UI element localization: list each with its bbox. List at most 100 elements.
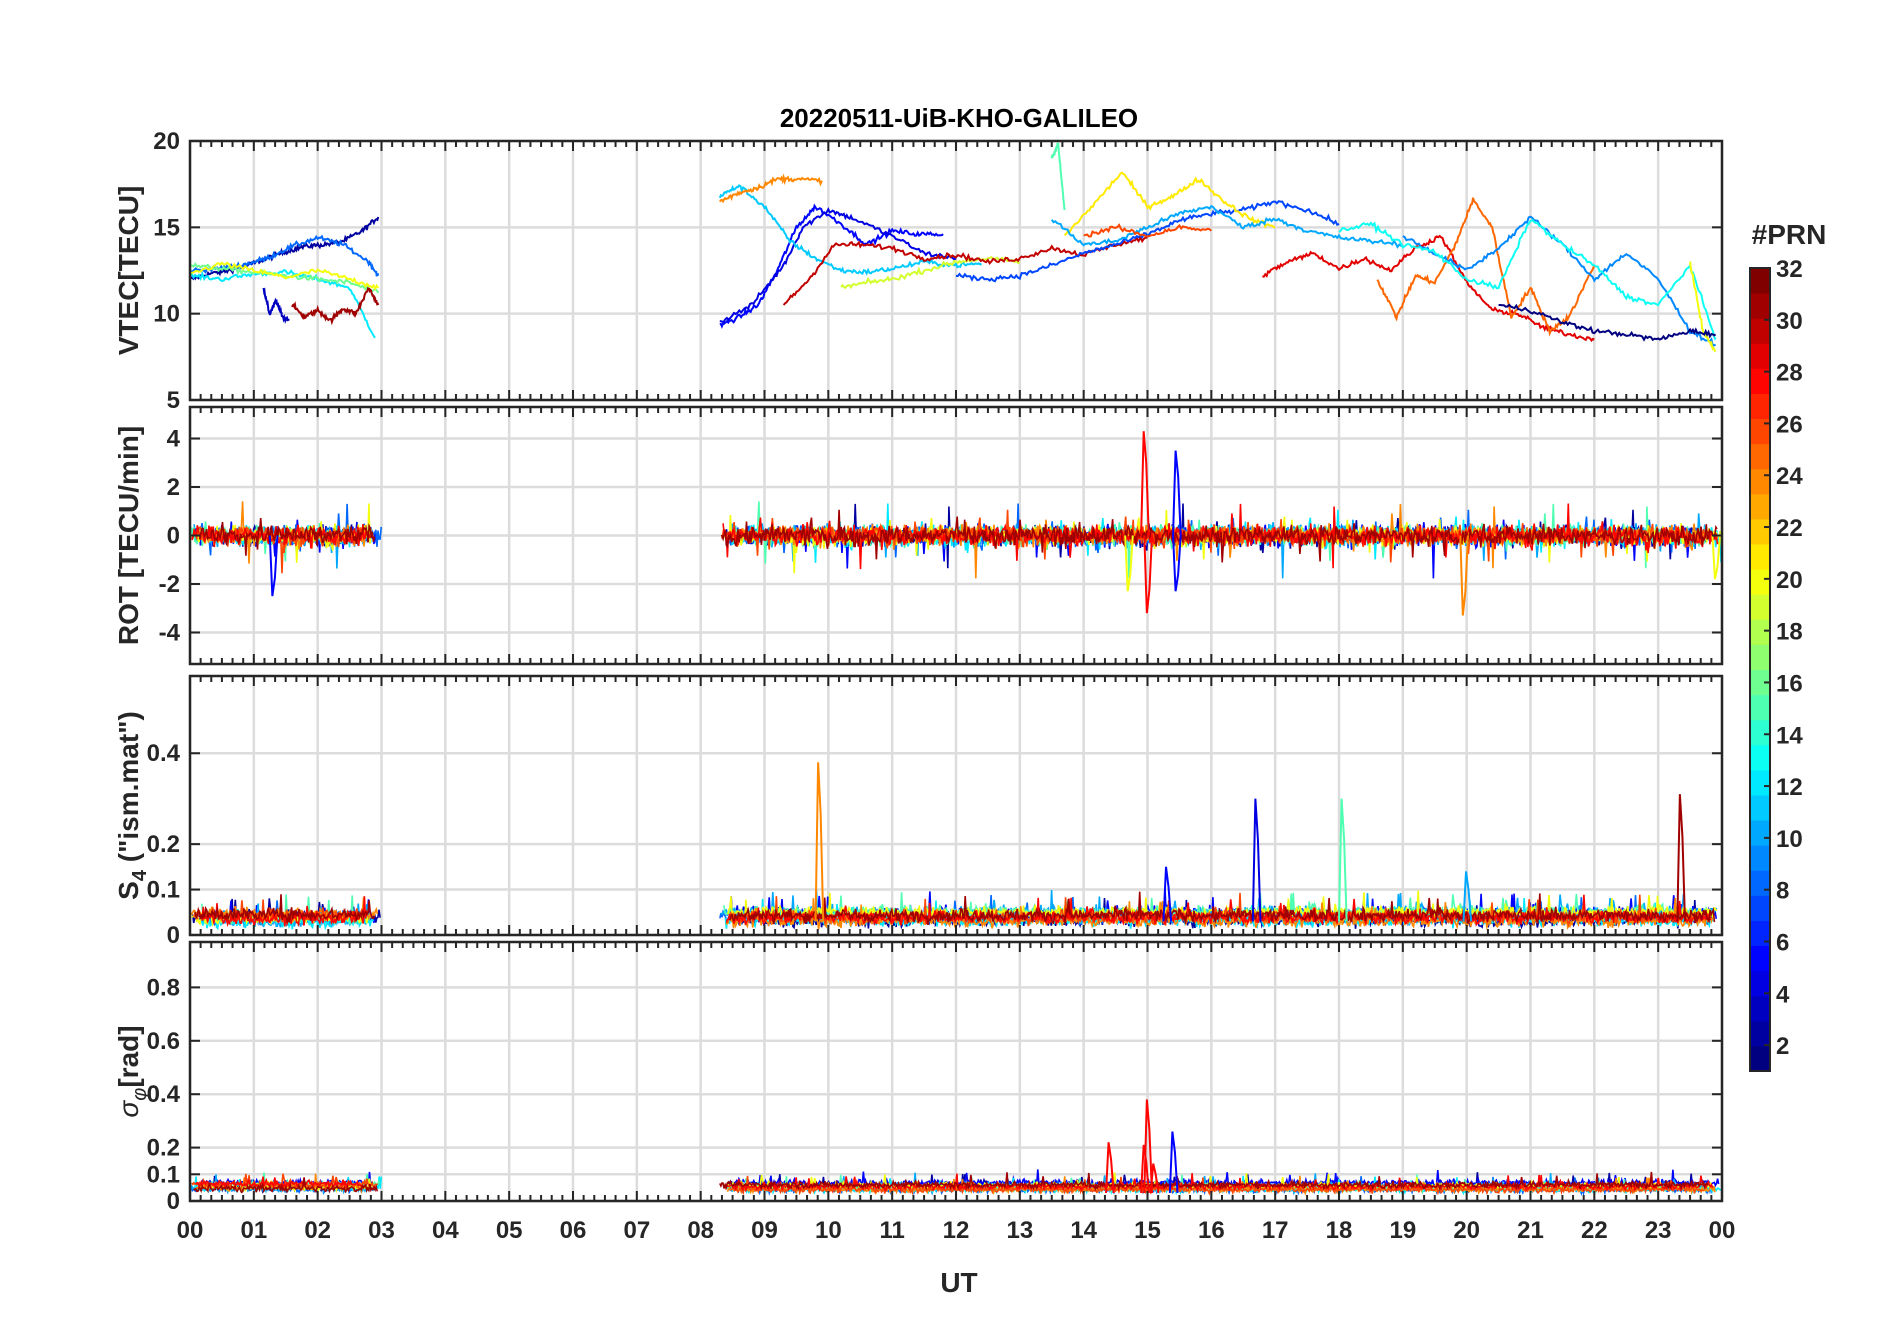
grid <box>188 942 1724 1203</box>
y-axis-label: VTEC[TECU] <box>113 186 144 356</box>
y-axis-label: σφ[rad] <box>113 1025 151 1117</box>
colorbar: #PRN 2468101214161820222426283032 <box>1749 219 1827 1072</box>
x-tick-label: 16 <box>1198 1217 1225 1244</box>
panels: 5101520VTEC[TECU]-4-2024ROT [TECU/min]00… <box>113 128 1735 1244</box>
x-tick-label: 00 <box>177 1217 204 1244</box>
y-axis-label: S4 ("ism.mat") <box>113 711 151 900</box>
colorbar-tick-label: 26 <box>1776 411 1803 438</box>
x-tick-label: 06 <box>560 1217 587 1244</box>
colorbar-swatch <box>1750 318 1770 344</box>
colorbar-tick-label: 16 <box>1776 670 1803 697</box>
series-prn-3 <box>262 287 290 325</box>
x-tick-label: 08 <box>687 1217 714 1244</box>
y-tick-label: 0.2 <box>147 831 180 858</box>
colorbar-swatch <box>1750 895 1770 921</box>
y-tick-label: 0 <box>167 1188 180 1215</box>
colorbar-tick-label: 18 <box>1776 619 1803 646</box>
colorbar-swatch <box>1750 418 1770 445</box>
colorbar-tick-label: 4 <box>1776 981 1790 1008</box>
colorbar-swatch <box>1750 569 1770 595</box>
panel-rot: -4 -2 0 2 4 ROT [TECU/min] <box>113 405 1724 666</box>
colorbar-swatch <box>1750 995 1770 1022</box>
y-tick-label: 0.4 <box>147 740 181 767</box>
x-tick-label: 00 <box>1709 1217 1736 1244</box>
colorbar-swatch <box>1750 343 1770 369</box>
colorbar-tick-label: 30 <box>1776 308 1803 335</box>
data-area <box>190 762 1718 931</box>
y-tick-label: 2 <box>167 474 180 501</box>
colorbar-tick-label: 2 <box>1776 1033 1789 1060</box>
x-tick-label: 21 <box>1517 1217 1544 1244</box>
colorbar-title: #PRN <box>1752 219 1827 250</box>
colorbar-swatch <box>1750 769 1770 796</box>
colorbar-tick-label: 14 <box>1776 722 1803 749</box>
panel-s4: 0 0.1 0.2 0.4S4 ("ism.mat") <box>113 674 1724 949</box>
x-tick-label: 11 <box>879 1217 904 1244</box>
colorbar-tick-label: 12 <box>1776 774 1803 801</box>
y-tick-label: 0.2 <box>147 1135 180 1162</box>
chart-title: 20220511-UiB-KHO-GALILEO <box>780 103 1138 133</box>
x-tick-label: 14 <box>1070 1217 1097 1244</box>
x-tick-label: 13 <box>1006 1217 1033 1244</box>
x-tick-label: 12 <box>943 1217 970 1244</box>
x-tick-label: 09 <box>751 1217 778 1244</box>
y-tick-label: 4 <box>167 426 181 453</box>
x-tick-label: 10 <box>815 1217 842 1244</box>
y-tick-label: 10 <box>153 301 180 328</box>
x-tick-label: 20 <box>1453 1217 1480 1244</box>
x-tick-label: 23 <box>1645 1217 1672 1244</box>
x-tick-label: 17 <box>1262 1217 1289 1244</box>
colorbar-swatch <box>1750 268 1770 294</box>
colorbar-swatch <box>1750 744 1770 771</box>
series-prn-11 <box>718 184 982 276</box>
y-tick-label: 0.1 <box>147 877 180 904</box>
y-axis-label: ROT [TECU/min] <box>113 426 144 645</box>
x-tick-label: 03 <box>368 1217 395 1244</box>
colorbar-tick-label: 8 <box>1776 878 1789 905</box>
x-axis-label: UT <box>940 1267 977 1298</box>
y-tick-label: -2 <box>159 571 180 598</box>
y-tick-label: 0.6 <box>147 1028 180 1055</box>
colorbar-swatch <box>1750 544 1770 570</box>
x-tick-label: 18 <box>1326 1217 1353 1244</box>
data-area <box>190 142 1717 353</box>
colorbar-tick-label: 22 <box>1776 515 1803 542</box>
colorbar-swatch <box>1750 393 1770 420</box>
x-tick-label: 15 <box>1134 1217 1161 1244</box>
x-tick-label: 22 <box>1581 1217 1608 1244</box>
series-prn-30 <box>782 235 1148 306</box>
colorbar-swatch <box>1750 719 1770 746</box>
colorbar-swatch <box>1750 1020 1770 1047</box>
colorbar-swatch <box>1750 293 1770 319</box>
colorbar-tick-label: 28 <box>1776 360 1803 387</box>
series-prn-15 <box>1050 142 1066 211</box>
colorbar-swatch <box>1750 468 1770 495</box>
x-tick-label: 01 <box>240 1217 267 1244</box>
colorbar-swatch <box>1750 619 1770 645</box>
grid <box>188 676 1724 937</box>
colorbar-tick-label: 24 <box>1776 463 1803 490</box>
y-tick-label: 0.1 <box>147 1161 180 1188</box>
colorbar-swatch <box>1750 845 1770 871</box>
y-tick-label: 15 <box>153 214 180 241</box>
colorbar-tick-label: 6 <box>1776 929 1789 956</box>
colorbar-swatch <box>1750 794 1770 821</box>
colorbar-swatch <box>1750 694 1770 721</box>
y-tick-label: 0.8 <box>147 974 180 1001</box>
y-tick-label: -4 <box>159 619 181 646</box>
x-tick-label: 07 <box>623 1217 650 1244</box>
colorbar-swatch <box>1750 518 1770 545</box>
colorbar-tick-label: 20 <box>1776 567 1803 594</box>
x-tick-label: 02 <box>304 1217 331 1244</box>
x-tick-label: 05 <box>496 1217 523 1244</box>
y-tick-label: 0.4 <box>147 1081 181 1108</box>
figure: 20220511-UiB-KHO-GALILEO 5101520VTEC[TEC… <box>113 103 1827 1298</box>
colorbar-swatch <box>1750 493 1770 520</box>
colorbar-swatch <box>1750 870 1770 896</box>
colorbar-swatch <box>1750 945 1770 972</box>
spike-prn-31 <box>1676 794 1686 922</box>
colorbar-swatch <box>1750 644 1770 670</box>
x-tick-label: 19 <box>1389 1217 1416 1244</box>
colorbar-swatch <box>1750 1045 1770 1072</box>
spike-prn-5 <box>1172 450 1182 536</box>
